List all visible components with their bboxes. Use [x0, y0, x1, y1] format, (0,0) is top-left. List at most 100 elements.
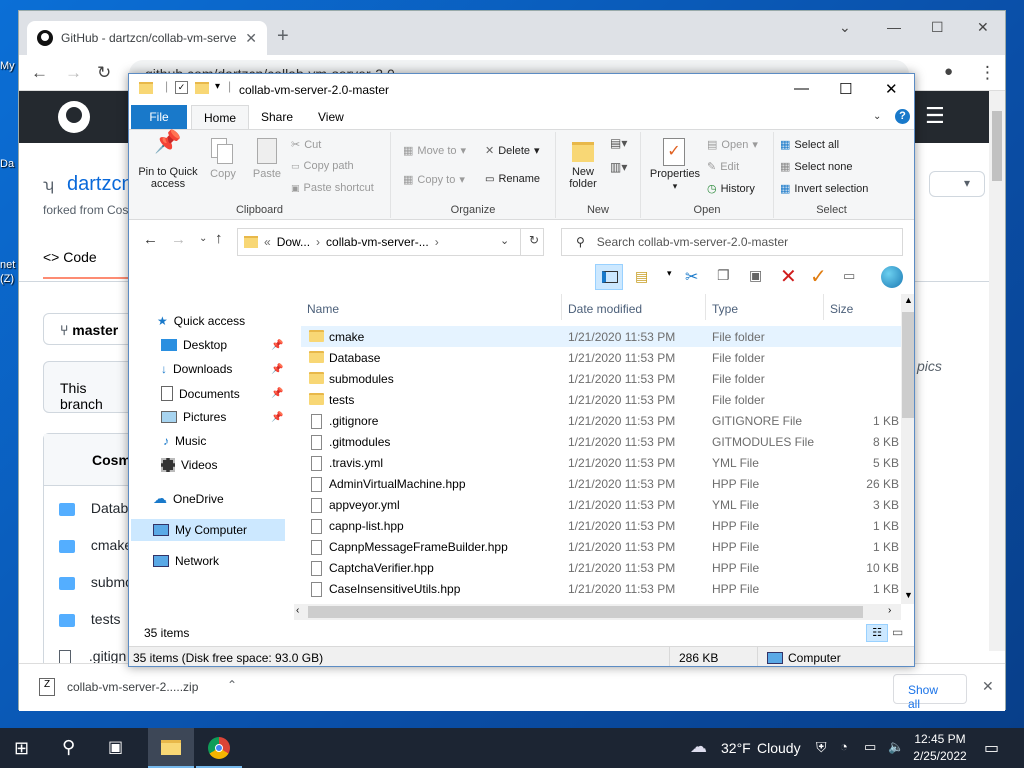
scroll-thumb[interactable]	[902, 312, 914, 418]
weather-condition[interactable]: Cloudy	[757, 740, 801, 756]
properties-quick-icon[interactable]: ✓	[175, 81, 188, 94]
desktop-icon-label[interactable]: My	[0, 60, 15, 72]
maximize-button[interactable]: ☐	[931, 19, 944, 36]
globe-icon[interactable]	[881, 266, 903, 288]
close-download-bar-icon[interactable]: ✕	[982, 678, 994, 695]
new-item-icon[interactable]: ▤▾	[610, 136, 627, 150]
clock-date[interactable]: 2/25/2022	[912, 749, 968, 763]
cut-button[interactable]: ✂ Cut	[291, 138, 321, 152]
help-icon[interactable]: ?	[895, 109, 910, 124]
new-folder-quick-icon[interactable]	[195, 82, 209, 94]
show-all-button[interactable]: Show all	[893, 674, 967, 711]
properties-button[interactable]: ✓ Properties ▾	[645, 136, 705, 192]
close-tab-icon[interactable]: ✕	[245, 30, 257, 47]
scroll-right-icon[interactable]: ›	[888, 605, 891, 616]
download-item[interactable]: collab-vm-server-2.....zip	[67, 680, 198, 694]
star-dropdown[interactable]: ▾	[929, 171, 985, 197]
preview-pane-icon[interactable]	[595, 264, 623, 290]
details-pane-icon[interactable]: ▤	[635, 268, 648, 285]
taskbar-chrome[interactable]	[196, 728, 242, 768]
delete-icon[interactable]: ✕	[780, 264, 797, 289]
repo-file-row[interactable]: submo	[59, 574, 133, 590]
menu-icon[interactable]: ⋮	[979, 63, 996, 83]
invert-selection-button[interactable]: ▦ Invert selection	[780, 182, 868, 196]
copy-path-button[interactable]: ▭ Copy path	[291, 160, 354, 172]
file-row[interactable]: CaseInsensitiveUtils.hpp 1/21/2020 11:53 …	[301, 578, 901, 599]
maximize-button[interactable]: ☐	[839, 80, 852, 98]
tab-code[interactable]: <> Code	[43, 239, 137, 279]
nav-music[interactable]: ♪ Music	[163, 434, 206, 448]
repo-file-name[interactable]: tests	[91, 611, 121, 627]
file-row[interactable]: appveyor.yml 1/21/2020 11:53 PM YML File 3 …	[301, 494, 901, 515]
temperature[interactable]: 32°F	[721, 740, 751, 756]
tab-home[interactable]: Home	[191, 105, 250, 129]
security-shield-icon[interactable]: ⛨	[816, 739, 827, 756]
new-folder-button[interactable]: New folder	[560, 136, 606, 190]
repo-owner-link[interactable]: dartzcn	[67, 173, 133, 196]
github-logo-icon[interactable]	[57, 100, 91, 134]
file-row[interactable]: CaptchaVerifier.hpp 1/21/2020 11:53 PM HPP…	[301, 557, 901, 578]
scissors-icon[interactable]: ✂	[685, 267, 698, 287]
edit-button[interactable]: ✎ Edit	[707, 160, 739, 174]
volume-icon[interactable]: 🔈	[888, 739, 904, 755]
start-windows-icon[interactable]: ⊞	[14, 738, 29, 759]
delete-button[interactable]: ✕ Delete ▾	[485, 144, 540, 158]
pin-to-quick-access-button[interactable]: 📌 Pin to Quick access	[135, 131, 201, 191]
tab-search-icon[interactable]: ⌄	[839, 19, 851, 36]
file-row[interactable]: .travis.yml 1/21/2020 11:53 PM YML File 5 K…	[301, 452, 901, 473]
repo-file-name[interactable]: cmake	[91, 537, 132, 553]
history-button[interactable]: ◷ History	[707, 182, 755, 196]
rename-icon[interactable]: ▭	[843, 268, 855, 284]
nav-videos[interactable]: Videos	[161, 458, 217, 472]
copy-to-button[interactable]: ▦ Copy to ▾	[403, 173, 465, 187]
scroll-up-icon[interactable]: ▲	[904, 295, 913, 305]
back-icon[interactable]: ←	[31, 63, 48, 83]
forward-icon[interactable]: →	[171, 231, 186, 248]
scroll-left-icon[interactable]: ‹	[296, 605, 299, 616]
scroll-down-icon[interactable]: ▼	[904, 590, 913, 600]
hamburger-menu-icon[interactable]: ☰	[925, 103, 945, 129]
open-button[interactable]: ▤ Open ▾	[707, 138, 758, 152]
paste-button[interactable]: Paste	[247, 136, 287, 180]
new-tab-button[interactable]: +	[277, 25, 289, 48]
task-view-icon[interactable]: ▣	[108, 737, 123, 757]
checkmark-icon[interactable]: ✓	[810, 264, 827, 289]
repo-file-name[interactable]: .gitign	[89, 648, 126, 664]
forward-icon[interactable]: →	[65, 63, 82, 83]
close-button[interactable]: ✕	[977, 19, 989, 36]
scroll-thumb[interactable]	[308, 606, 863, 618]
vertical-scrollbar[interactable]: ▲ ▼	[901, 294, 914, 604]
file-row[interactable]: .gitignore 1/21/2020 11:53 PM GITIGNORE Fi…	[301, 410, 901, 431]
search-icon[interactable]: ⚲	[62, 737, 75, 758]
pin-icon[interactable]: 📌	[271, 364, 283, 375]
clock-time[interactable]: 12:45 PM	[914, 732, 966, 746]
refresh-icon[interactable]: ↻	[520, 229, 547, 255]
large-icons-view-icon[interactable]: ▭	[892, 625, 903, 639]
breadcrumb-downloads[interactable]: Dow...	[277, 235, 310, 249]
horizontal-scrollbar[interactable]: ‹ ›	[294, 604, 901, 620]
folder-row[interactable]: tests 1/21/2020 11:53 PM File folder	[301, 389, 901, 410]
address-bar[interactable]: « Dow... › collab-vm-server-... › ⌄ ↻	[237, 228, 544, 256]
recent-locations-icon[interactable]: ⌄	[199, 233, 207, 244]
notifications-icon[interactable]: ▭	[984, 738, 999, 758]
nav-desktop[interactable]: Desktop	[161, 338, 227, 352]
column-header-size[interactable]: Size	[824, 294, 901, 320]
repo-file-row[interactable]: Datab	[59, 500, 128, 516]
profile-icon[interactable]: ●	[944, 63, 953, 80]
tab-view[interactable]: View	[306, 105, 356, 129]
column-header-name[interactable]: Name	[301, 294, 562, 320]
page-scrollbar[interactable]	[989, 91, 1005, 651]
folder-row[interactable]: submodules 1/21/2020 11:53 PM File folder	[301, 368, 901, 389]
network-icon[interactable]: ▭	[864, 739, 876, 755]
repo-file-name[interactable]: Datab	[91, 500, 128, 516]
tab-file[interactable]: File	[131, 105, 187, 129]
file-row[interactable]: capnp-list.hpp 1/21/2020 11:53 PM HPP File…	[301, 515, 901, 536]
wifi-icon[interactable]: ◔	[840, 739, 848, 754]
collapse-ribbon-icon[interactable]: ⌄	[873, 111, 881, 122]
chevron-right-icon[interactable]: ›	[316, 235, 320, 249]
minimize-button[interactable]: —	[887, 19, 901, 35]
layout-dropdown-icon[interactable]: ▾	[667, 268, 672, 279]
nav-pictures[interactable]: Pictures	[161, 410, 226, 424]
folder-row[interactable]: Database 1/21/2020 11:53 PM File folder	[301, 347, 901, 368]
minimize-button[interactable]: —	[794, 80, 809, 97]
